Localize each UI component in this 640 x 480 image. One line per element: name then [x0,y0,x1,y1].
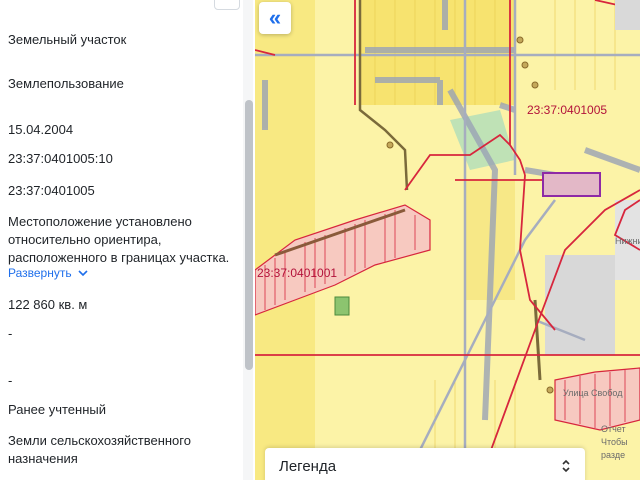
place-label: Чтобы [601,437,628,447]
field-address: Местоположение установлено относительно … [8,214,230,265]
double-chevron-left-icon: « [268,5,282,30]
field-area: 122 860 кв. м [8,297,88,312]
field-empty-2: - [8,373,13,388]
map-view[interactable]: 23:37:0401005 23:37:0401001 Нижни Улица … [255,0,640,480]
panel-top-button[interactable] [214,0,240,10]
field-land-category: Земли сельскохозяйственного назначения [8,433,191,466]
field-status: Ранее учтенный [8,402,106,417]
quarter-label: 23:37:0401001 [257,266,338,280]
map-layer [255,0,640,480]
expand-address-link[interactable]: Развернуть [8,266,88,280]
field-cadastral-quarter: 23:37:0401005 [8,183,95,198]
field-object-kind: Землепользование [8,76,124,91]
place-label: Отчет [601,424,626,434]
expand-label: Развернуть [8,266,72,280]
place-label: Нижни [615,236,640,246]
collapse-panel-button[interactable]: « [259,2,291,34]
info-panel: Земельный участок Землепользование 15.04… [0,0,256,480]
legend-toggle[interactable]: Легенда [265,448,585,480]
chevron-down-icon [78,270,88,277]
scrollbar-thumb[interactable] [245,100,253,370]
place-label: разде [601,450,626,460]
place-label: Улица Свобод [563,388,623,398]
field-cadastral-number: 23:37:0401005:10 [8,151,113,166]
field-object-type: Земельный участок [8,32,127,47]
field-registration-date: 15.04.2004 [8,122,74,137]
field-empty-1: - [8,326,13,341]
quarter-label: 23:37:0401005 [527,103,608,117]
legend-title: Легенда [279,457,337,475]
chevron-up-down-icon [562,459,570,473]
